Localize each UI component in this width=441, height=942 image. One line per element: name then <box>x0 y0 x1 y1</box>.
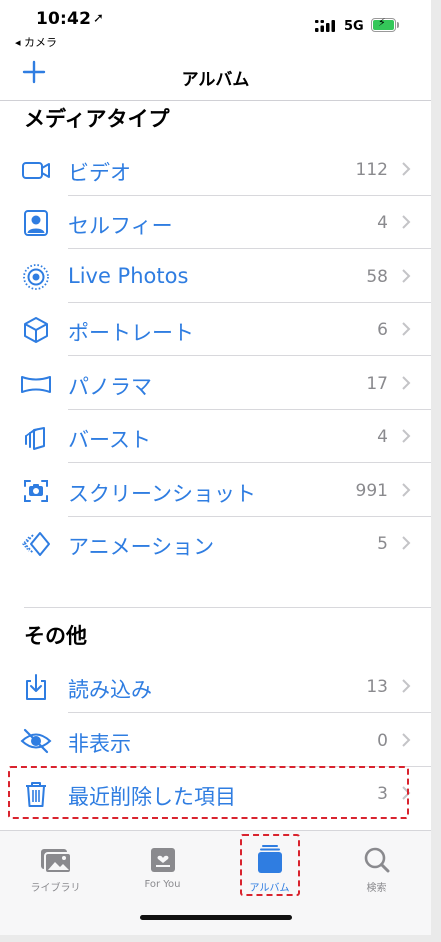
album-row-screenshots[interactable]: スクリーンショット 991 <box>0 464 431 517</box>
page-title: アルバム <box>181 70 250 90</box>
live-photos-icon <box>23 264 49 290</box>
row-separator <box>68 248 431 249</box>
tab-label: ライブラリ <box>30 883 81 894</box>
album-count: 6 <box>377 320 388 340</box>
chevron-right-icon <box>402 215 411 229</box>
section-header-media-types: メディアタイプ <box>24 107 170 131</box>
burst-icon <box>25 427 45 450</box>
home-indicator <box>140 915 292 920</box>
album-row-portrait[interactable]: ポートレート 6 <box>0 303 431 356</box>
chevron-right-icon <box>402 429 411 443</box>
album-row-live-photos[interactable]: Live Photos 58 <box>0 250 431 303</box>
tab-label: For You <box>144 879 181 890</box>
album-count: 13 <box>366 677 388 697</box>
battery-icon: ⚡ <box>371 16 396 32</box>
album-row-burst[interactable]: バースト 4 <box>0 410 431 463</box>
chevron-right-icon <box>402 733 411 747</box>
screenshot-border-right <box>431 0 441 942</box>
battery-tip <box>397 22 399 28</box>
tab-search[interactable]: 検索 <box>323 831 430 901</box>
tab-bar: ライブラリ For You アルバム 検索 <box>0 830 431 935</box>
album-count: 112 <box>355 160 388 180</box>
album-count: 5 <box>377 534 388 554</box>
library-icon <box>41 849 72 874</box>
chevron-right-icon <box>402 269 411 283</box>
video-icon <box>22 162 50 179</box>
album-label: バースト <box>68 428 151 452</box>
row-separator <box>68 712 431 713</box>
portrait-icon <box>24 317 48 343</box>
album-count: 0 <box>377 731 388 751</box>
back-to-app-link[interactable]: ◂ カメラ <box>15 34 57 50</box>
album-label: セルフィー <box>68 214 173 238</box>
search-icon <box>364 847 390 873</box>
album-label: ビデオ <box>68 161 131 185</box>
tab-library[interactable]: ライブラリ <box>2 831 109 901</box>
album-label: スクリーンショット <box>68 482 256 506</box>
album-label: Live Photos <box>68 264 189 288</box>
highlight-box-recently-deleted <box>8 766 409 819</box>
screenshot-icon <box>24 480 48 502</box>
album-row-selfie[interactable]: セルフィー 4 <box>0 196 431 249</box>
album-row-imports[interactable]: 読み込み 13 <box>0 660 431 713</box>
album-row-panorama[interactable]: パノラマ 17 <box>0 357 431 410</box>
cellular-signal-icon <box>315 20 335 32</box>
album-label: パノラマ <box>68 375 152 399</box>
for-you-icon <box>151 848 175 872</box>
chevron-right-icon <box>402 679 411 693</box>
panorama-icon <box>21 376 51 393</box>
album-count: 4 <box>377 213 388 233</box>
chevron-right-icon <box>402 376 411 390</box>
import-icon <box>26 674 46 700</box>
network-type: 5G <box>344 19 364 34</box>
location-arrow-icon: ➚ <box>93 11 104 26</box>
tab-label: 検索 <box>366 883 387 894</box>
album-label: ポートレート <box>68 321 194 345</box>
animation-icon <box>22 532 50 556</box>
selfie-icon <box>24 210 48 236</box>
chevron-right-icon <box>402 483 411 497</box>
section-header-other: その他 <box>24 624 87 648</box>
highlight-box-albums-tab <box>240 834 300 896</box>
album-label: アニメーション <box>68 535 215 559</box>
navigation-bar: アルバム <box>0 52 431 101</box>
album-count: 4 <box>377 427 388 447</box>
row-separator <box>68 355 431 356</box>
album-count: 17 <box>366 374 388 394</box>
album-row-animated[interactable]: アニメーション 5 <box>0 517 431 570</box>
chevron-right-icon <box>402 322 411 336</box>
album-count: 58 <box>366 267 388 287</box>
hidden-eye-icon <box>20 728 52 754</box>
tab-for-you[interactable]: For You <box>109 831 216 901</box>
album-label: 非表示 <box>68 732 131 756</box>
chevron-right-icon <box>402 162 411 176</box>
album-count: 991 <box>355 481 388 501</box>
chevron-right-icon <box>402 536 411 550</box>
album-row-hidden[interactable]: 非表示 0 <box>0 714 431 767</box>
screenshot-border-bottom <box>0 934 441 942</box>
status-time: 10:42 <box>36 9 92 29</box>
album-row-video[interactable]: ビデオ 112 <box>0 143 431 196</box>
section-divider <box>24 607 431 608</box>
row-separator <box>68 462 431 463</box>
album-label: 読み込み <box>68 678 152 702</box>
status-bar: 10:42 ➚ ◂ カメラ 5G ⚡ <box>0 0 431 52</box>
